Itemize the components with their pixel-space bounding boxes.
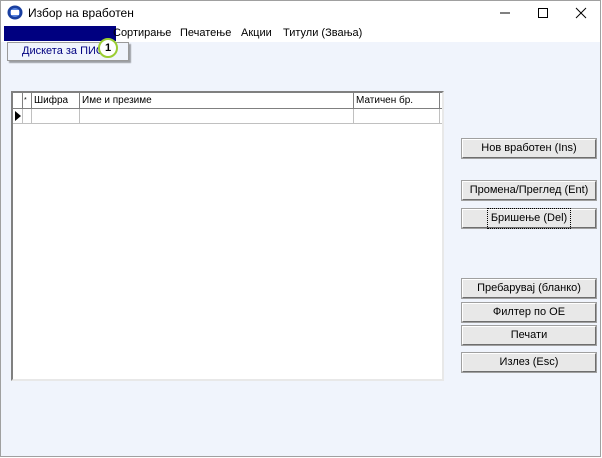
maximize-icon: [538, 8, 548, 18]
filter-by-unit-label: Филтер по ОЕ: [492, 306, 566, 318]
row-star-cell: [23, 109, 32, 123]
close-icon: [575, 7, 587, 19]
new-employee-button[interactable]: Нов вработен (Ins): [462, 139, 596, 158]
app-icon: [7, 5, 23, 20]
menu-item-pio-disk[interactable]: Дискета за ПИО: [22, 45, 104, 57]
search-blank-button[interactable]: Пребарувај (бланко): [462, 279, 596, 298]
exit-label: Излез (Esc): [499, 356, 559, 368]
menu-generate-files[interactable]: Генерирање Фајлови: [4, 26, 116, 41]
menu-sort[interactable]: Сортирање: [111, 26, 173, 41]
table-row[interactable]: [13, 109, 442, 124]
edit-view-label: Промена/Преглед (Ent): [469, 184, 589, 196]
col-full-name[interactable]: Име и презиме: [80, 93, 354, 108]
exit-button[interactable]: Излез (Esc): [462, 353, 596, 372]
col-code[interactable]: Шифра: [32, 93, 80, 108]
menu-titles[interactable]: Титули (Звања): [281, 26, 364, 41]
row-pointer-icon: [15, 111, 21, 121]
row-code-cell[interactable]: [32, 109, 80, 123]
minimize-icon: [500, 12, 510, 14]
row-id-cell[interactable]: [354, 109, 440, 123]
print-label: Печати: [510, 329, 548, 341]
maximize-button[interactable]: [526, 1, 560, 25]
edit-view-button[interactable]: Промена/Преглед (Ent): [462, 181, 596, 200]
col-id-number[interactable]: Матичен бр.: [354, 93, 440, 108]
menu-bar: Генерирање Фајлови Сортирање Печатење Ак…: [1, 25, 600, 42]
step-badge: 1: [98, 38, 118, 58]
search-blank-label: Пребарувај (бланко): [477, 282, 581, 294]
window-title: Избор на вработен: [28, 6, 134, 20]
minimize-button[interactable]: [488, 1, 522, 25]
delete-button[interactable]: Бришење (Del): [462, 208, 596, 229]
print-button[interactable]: Печати: [462, 326, 596, 345]
grid-header: * Шифра Име и презиме Матичен бр.: [13, 93, 442, 109]
employee-select-window: Избор на вработен Генерирање Фајлови Сор…: [0, 0, 601, 457]
new-employee-label: Нов вработен (Ins): [481, 142, 577, 154]
employee-grid[interactable]: * Шифра Име и презиме Матичен бр.: [11, 91, 444, 381]
col-star: *: [23, 93, 32, 108]
filter-by-unit-button[interactable]: Филтер по ОЕ: [462, 303, 596, 322]
title-bar: Избор на вработен: [1, 1, 600, 25]
delete-label: Бришење (Del): [486, 208, 572, 229]
row-name-cell[interactable]: [80, 109, 354, 123]
menu-print[interactable]: Печатење: [178, 26, 233, 41]
menu-actions[interactable]: Акции: [239, 26, 274, 41]
row-indicator-cell: [13, 109, 23, 123]
close-button[interactable]: [564, 1, 598, 25]
col-indicator: [13, 93, 23, 108]
